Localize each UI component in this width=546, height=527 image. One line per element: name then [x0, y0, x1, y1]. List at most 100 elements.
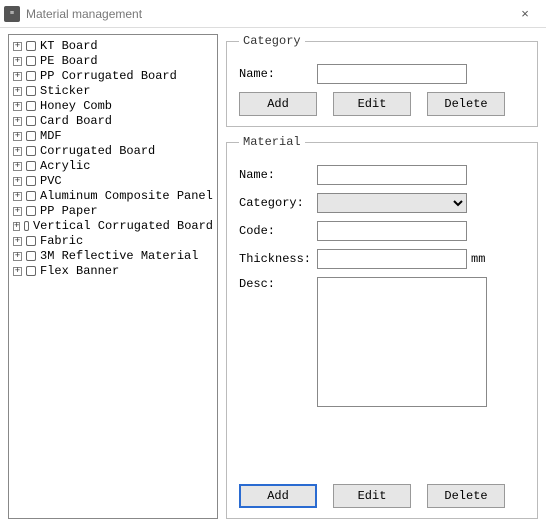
thickness-unit-label: mm [471, 252, 485, 266]
category-delete-button[interactable]: Delete [427, 92, 505, 116]
tree-item-label: Fabric [40, 234, 83, 248]
close-button[interactable]: × [510, 4, 540, 24]
tree-item-label: Honey Comb [40, 99, 112, 113]
tree-item-label: Vertical Corrugated Board [33, 219, 213, 233]
tree-item-label: KT Board [40, 39, 98, 53]
tree-item[interactable]: +PE Board [13, 54, 213, 68]
expand-icon[interactable]: + [13, 222, 20, 231]
material-thickness-label: Thickness: [239, 252, 317, 266]
folder-icon [26, 236, 36, 246]
category-tree[interactable]: +KT Board+PE Board+PP Corrugated Board+S… [8, 34, 218, 519]
material-code-label: Code: [239, 224, 317, 238]
material-category-label: Category: [239, 196, 317, 210]
expand-icon[interactable]: + [13, 177, 22, 186]
tree-item-label: PVC [40, 174, 62, 188]
material-category-select[interactable] [317, 193, 467, 213]
tree-item[interactable]: + Card Board [13, 114, 213, 128]
tree-item-label: MDF [40, 129, 62, 143]
content-area: +KT Board+PE Board+PP Corrugated Board+S… [0, 28, 546, 527]
folder-icon [26, 131, 36, 141]
tree-item[interactable]: + PVC [13, 174, 213, 188]
folder-icon [26, 191, 36, 201]
expand-icon[interactable]: + [13, 42, 22, 51]
expand-icon[interactable]: + [13, 162, 22, 171]
tree-item-label: PP Corrugated Board [40, 69, 177, 83]
material-add-button[interactable]: Add [239, 484, 317, 508]
material-desc-textarea[interactable] [317, 277, 487, 407]
tree-item-label: Sticker [40, 84, 90, 98]
category-name-row: Name: [239, 64, 525, 84]
material-delete-button[interactable]: Delete [427, 484, 505, 508]
category-group: Category Name: Add Edit Delete [226, 34, 538, 127]
tree-item[interactable]: +3M Reflective Material [13, 249, 213, 263]
tree-item-label: 3M Reflective Material [40, 249, 198, 263]
expand-icon[interactable]: + [13, 267, 22, 276]
category-button-row: Add Edit Delete [239, 92, 525, 116]
folder-icon [26, 71, 36, 81]
expand-icon[interactable]: + [13, 207, 22, 216]
folder-icon [26, 56, 36, 66]
folder-icon [26, 161, 36, 171]
expand-icon[interactable]: + [13, 147, 22, 156]
expand-icon[interactable]: + [13, 87, 22, 96]
tree-item[interactable]: + Sticker [13, 84, 213, 98]
folder-icon [26, 41, 36, 51]
tree-item-label: PP Paper [40, 204, 98, 218]
tree-item[interactable]: + Fabric [13, 234, 213, 248]
tree-item-label: Aluminum Composite Panel [40, 189, 213, 203]
tree-item[interactable]: + Acrylic [13, 159, 213, 173]
material-category-row: Category: [239, 193, 525, 213]
tree-item[interactable]: + Aluminum Composite Panel [13, 189, 213, 203]
window-title: Material management [26, 7, 510, 21]
app-icon: ≡ [4, 6, 20, 22]
folder-icon [26, 146, 36, 156]
material-desc-label: Desc: [239, 277, 317, 291]
expand-icon[interactable]: + [13, 117, 22, 126]
tree-item-label: Acrylic [40, 159, 90, 173]
expand-icon[interactable]: + [13, 252, 22, 261]
category-name-label: Name: [239, 67, 317, 81]
right-panel: Category Name: Add Edit Delete Material … [226, 34, 538, 519]
folder-icon [26, 266, 36, 276]
tree-item[interactable]: + Vertical Corrugated Board [13, 219, 213, 233]
material-thickness-input[interactable] [317, 249, 467, 269]
tree-item[interactable]: + Corrugated Board [13, 144, 213, 158]
tree-item[interactable]: + Honey Comb [13, 99, 213, 113]
tree-item[interactable]: + MDF [13, 129, 213, 143]
material-code-row: Code: [239, 221, 525, 241]
tree-item-label: Flex Banner [40, 264, 119, 278]
material-legend: Material [239, 135, 305, 149]
category-add-button[interactable]: Add [239, 92, 317, 116]
material-name-row: Name: [239, 165, 525, 185]
expand-icon[interactable]: + [13, 102, 22, 111]
expand-icon[interactable]: + [13, 132, 22, 141]
category-legend: Category [239, 34, 305, 48]
tree-item[interactable]: + PP Corrugated Board [13, 69, 213, 83]
titlebar: ≡ Material management × [0, 0, 546, 28]
tree-item-label: Corrugated Board [40, 144, 155, 158]
close-icon: × [521, 6, 529, 21]
material-desc-row: Desc: [239, 277, 525, 407]
material-name-label: Name: [239, 168, 317, 182]
tree-item[interactable]: + KT Board [13, 39, 213, 53]
material-code-input[interactable] [317, 221, 467, 241]
folder-icon [26, 116, 36, 126]
expand-icon[interactable]: + [13, 237, 22, 246]
tree-item-label: Card Board [40, 114, 112, 128]
category-edit-button[interactable]: Edit [333, 92, 411, 116]
material-button-row: Add Edit Delete [239, 484, 525, 508]
expand-icon[interactable]: + [13, 192, 22, 201]
material-edit-button[interactable]: Edit [333, 484, 411, 508]
category-name-input[interactable] [317, 64, 467, 84]
folder-icon [24, 221, 29, 231]
expand-icon[interactable]: + [13, 57, 22, 66]
folder-icon [26, 176, 36, 186]
material-thickness-row: Thickness: mm [239, 249, 525, 269]
expand-icon[interactable]: + [13, 72, 22, 81]
tree-item[interactable]: + Flex Banner [13, 264, 213, 278]
folder-icon [26, 251, 36, 261]
folder-icon [26, 206, 36, 216]
material-name-input[interactable] [317, 165, 467, 185]
folder-icon [26, 86, 36, 96]
tree-item[interactable]: + PP Paper [13, 204, 213, 218]
